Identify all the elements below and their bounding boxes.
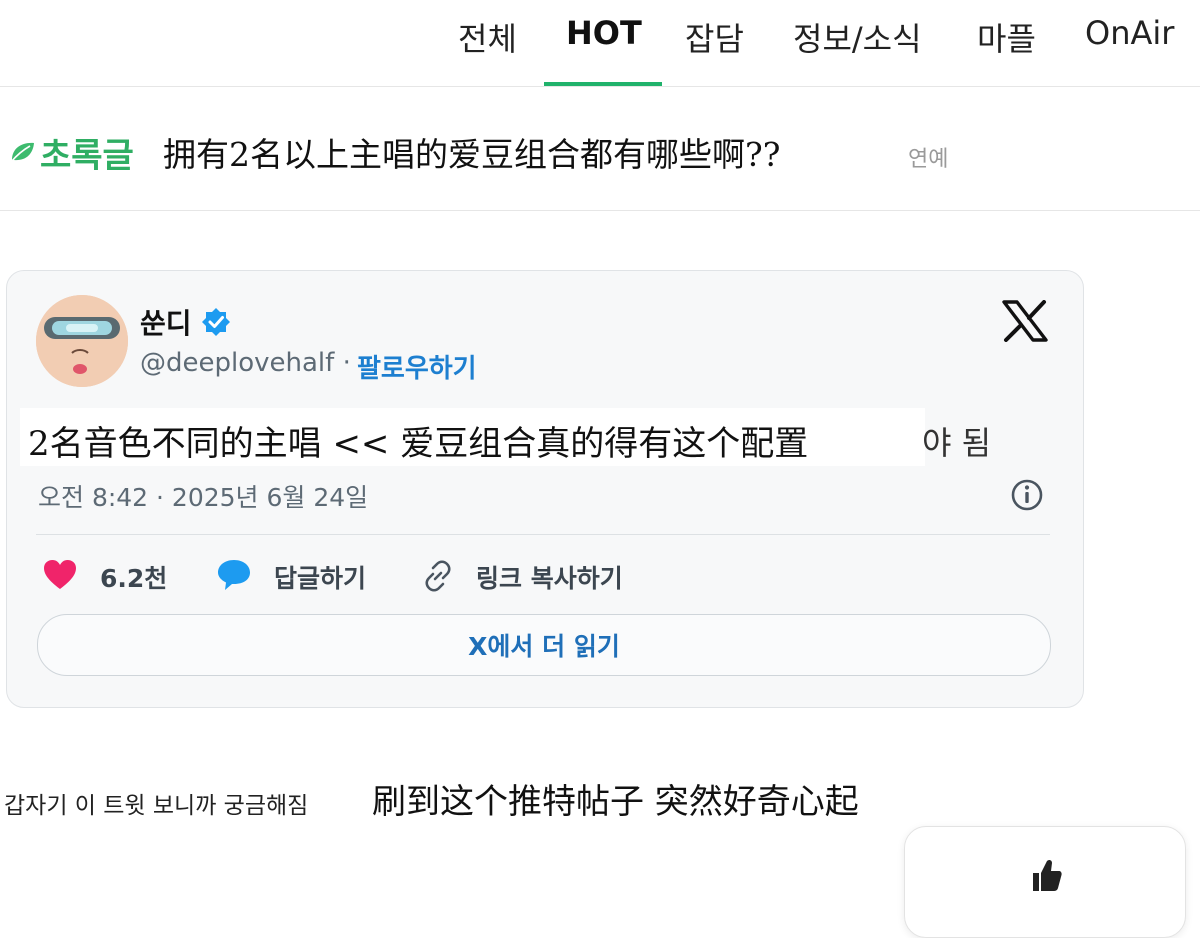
handle-separator: · — [334, 348, 351, 378]
read-more-on-x-button[interactable]: X에서 더 읽기 — [37, 614, 1051, 676]
caption-korean: 갑자기 이 트윗 보니까 궁금해짐 — [4, 793, 309, 819]
title-divider — [0, 210, 1200, 211]
handle-text[interactable]: @deeplovehalf — [140, 348, 334, 378]
tweet-text-tail: 야 됨 — [922, 424, 992, 462]
post-tag[interactable]: 연예 — [908, 141, 948, 173]
post-category[interactable]: 초록글 — [40, 128, 134, 177]
tweet-handle: @deeplovehalf · — [140, 348, 351, 378]
tab-hot[interactable]: HOT — [566, 14, 642, 52]
avatar-face-icon — [36, 295, 128, 387]
link-icon[interactable] — [420, 559, 456, 593]
leaf-icon — [10, 142, 34, 163]
info-icon[interactable] — [1010, 478, 1044, 512]
floating-action-button[interactable] — [904, 826, 1186, 938]
tab-all[interactable]: 전체 — [458, 14, 517, 60]
card-divider — [36, 534, 1050, 535]
tab-chat[interactable]: 잡담 — [685, 14, 744, 60]
tab-onair[interactable]: OnAir — [1085, 14, 1174, 52]
reply-bubble-icon[interactable] — [216, 558, 252, 592]
caption-chinese: 刷到这个推特帖子 突然好奇心起 — [372, 782, 859, 822]
like-count[interactable]: 6.2천 — [100, 559, 167, 595]
copy-link-button[interactable]: 링크 복사하기 — [476, 559, 623, 595]
tab-mapple[interactable]: 마플 — [977, 14, 1036, 60]
follow-link[interactable]: 팔로우하기 — [357, 348, 477, 385]
avatar[interactable] — [36, 295, 128, 387]
tweet-text: 2名音色不同的主唱 << 爱豆组合真的得有这个配置 — [28, 424, 809, 464]
reply-link[interactable]: 답글하기 — [274, 559, 366, 595]
tweet-display-name[interactable]: 쑨디 — [140, 302, 192, 342]
thumbs-up-icon — [1033, 859, 1062, 891]
nav-divider — [0, 86, 1200, 87]
post-title[interactable]: 拥有2名以上主唱的爱豆组合都有哪些啊?? — [163, 128, 780, 176]
verified-badge-icon — [202, 308, 230, 336]
x-logo-icon[interactable] — [1002, 300, 1048, 342]
tweet-timestamp[interactable]: 오전 8:42 · 2025년 6월 24일 — [38, 478, 368, 514]
heart-icon[interactable] — [42, 558, 78, 592]
tab-info-news[interactable]: 정보/소식 — [793, 14, 922, 60]
